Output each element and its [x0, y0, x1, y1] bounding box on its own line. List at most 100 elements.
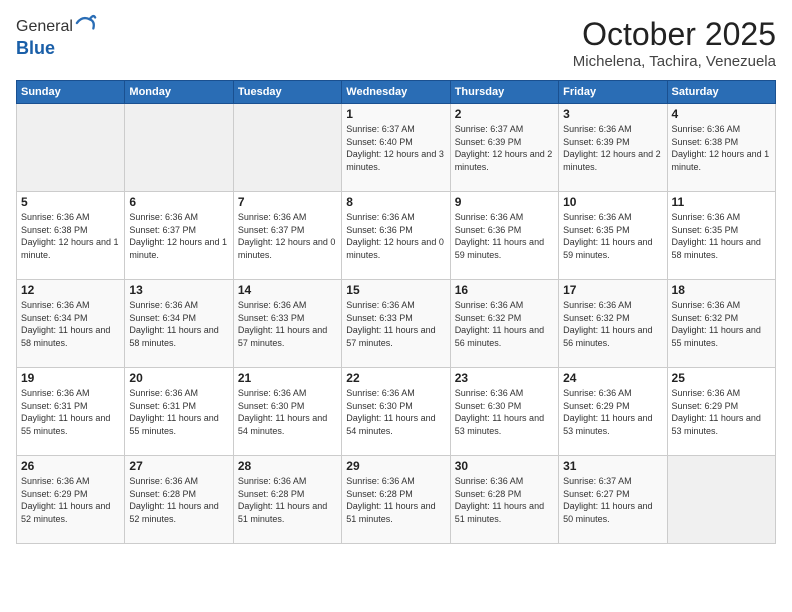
week-row-3: 19 Sunrise: 6:36 AM Sunset: 6:31 PM Dayli…: [17, 368, 776, 456]
day-info-2: Sunrise: 6:37 AM Sunset: 6:39 PM Dayligh…: [455, 123, 554, 173]
day-number-15: 15: [346, 283, 445, 297]
day-number-2: 2: [455, 107, 554, 121]
day-number-8: 8: [346, 195, 445, 209]
weekday-header-row: Sunday Monday Tuesday Wednesday Thursday…: [17, 81, 776, 104]
day-info-30: Sunrise: 6:36 AM Sunset: 6:28 PM Dayligh…: [455, 475, 554, 525]
day-info-23: Sunrise: 6:36 AM Sunset: 6:30 PM Dayligh…: [455, 387, 554, 437]
day-info-24: Sunrise: 6:36 AM Sunset: 6:29 PM Dayligh…: [563, 387, 662, 437]
header-monday: Monday: [125, 81, 233, 104]
cell-0-0: [17, 104, 125, 192]
logo-blue-text: Blue: [16, 38, 97, 59]
day-info-12: Sunrise: 6:36 AM Sunset: 6:34 PM Dayligh…: [21, 299, 120, 349]
day-number-26: 26: [21, 459, 120, 473]
cell-0-5: 3 Sunrise: 6:36 AM Sunset: 6:39 PM Daylig…: [559, 104, 667, 192]
cell-4-5: 31 Sunrise: 6:37 AM Sunset: 6:27 PM Dayli…: [559, 456, 667, 544]
day-number-14: 14: [238, 283, 337, 297]
day-info-14: Sunrise: 6:36 AM Sunset: 6:33 PM Dayligh…: [238, 299, 337, 349]
header-wednesday: Wednesday: [342, 81, 450, 104]
day-number-27: 27: [129, 459, 228, 473]
day-number-24: 24: [563, 371, 662, 385]
cell-1-1: 6 Sunrise: 6:36 AM Sunset: 6:37 PM Daylig…: [125, 192, 233, 280]
day-number-22: 22: [346, 371, 445, 385]
cell-1-2: 7 Sunrise: 6:36 AM Sunset: 6:37 PM Daylig…: [233, 192, 341, 280]
day-number-10: 10: [563, 195, 662, 209]
day-number-20: 20: [129, 371, 228, 385]
page: General Blue October 2025 Michelena, Tac…: [0, 0, 792, 612]
day-number-13: 13: [129, 283, 228, 297]
day-number-25: 25: [672, 371, 771, 385]
header-friday: Friday: [559, 81, 667, 104]
day-number-3: 3: [563, 107, 662, 121]
location-title: Michelena, Tachira, Venezuela: [573, 53, 776, 70]
week-row-4: 26 Sunrise: 6:36 AM Sunset: 6:29 PM Dayli…: [17, 456, 776, 544]
day-number-11: 11: [672, 195, 771, 209]
cell-1-4: 9Sunrise: 6:36 AM Sunset: 6:36 PM Daylig…: [450, 192, 558, 280]
day-info-31: Sunrise: 6:37 AM Sunset: 6:27 PM Dayligh…: [563, 475, 662, 525]
day-info-21: Sunrise: 6:36 AM Sunset: 6:30 PM Dayligh…: [238, 387, 337, 437]
header-tuesday: Tuesday: [233, 81, 341, 104]
cell-1-0: 5 Sunrise: 6:36 AM Sunset: 6:38 PM Daylig…: [17, 192, 125, 280]
cell-0-4: 2 Sunrise: 6:37 AM Sunset: 6:39 PM Daylig…: [450, 104, 558, 192]
header-sunday: Sunday: [17, 81, 125, 104]
cell-1-6: 11Sunrise: 6:36 AM Sunset: 6:35 PM Dayli…: [667, 192, 775, 280]
cell-3-3: 22 Sunrise: 6:36 AM Sunset: 6:30 PM Dayli…: [342, 368, 450, 456]
day-number-28: 28: [238, 459, 337, 473]
day-info-13: Sunrise: 6:36 AM Sunset: 6:34 PM Dayligh…: [129, 299, 228, 349]
cell-4-4: 30 Sunrise: 6:36 AM Sunset: 6:28 PM Dayli…: [450, 456, 558, 544]
day-info-1: Sunrise: 6:37 AM Sunset: 6:40 PM Dayligh…: [346, 123, 445, 173]
cell-0-2: [233, 104, 341, 192]
day-number-6: 6: [129, 195, 228, 209]
day-info-7: Sunrise: 6:36 AM Sunset: 6:37 PM Dayligh…: [238, 211, 337, 261]
day-info-27: Sunrise: 6:36 AM Sunset: 6:28 PM Dayligh…: [129, 475, 228, 525]
month-title: October 2025: [573, 16, 776, 53]
cell-2-2: 14 Sunrise: 6:36 AM Sunset: 6:33 PM Dayli…: [233, 280, 341, 368]
logo: General Blue: [16, 16, 97, 59]
day-number-18: 18: [672, 283, 771, 297]
day-number-29: 29: [346, 459, 445, 473]
day-number-7: 7: [238, 195, 337, 209]
day-info-29: Sunrise: 6:36 AM Sunset: 6:28 PM Dayligh…: [346, 475, 445, 525]
day-number-1: 1: [346, 107, 445, 121]
cell-2-0: 12 Sunrise: 6:36 AM Sunset: 6:34 PM Dayli…: [17, 280, 125, 368]
cell-3-1: 20 Sunrise: 6:36 AM Sunset: 6:31 PM Dayli…: [125, 368, 233, 456]
day-info-16: Sunrise: 6:36 AM Sunset: 6:32 PM Dayligh…: [455, 299, 554, 349]
cell-1-5: 10 Sunrise: 6:36 AM Sunset: 6:35 PM Dayli…: [559, 192, 667, 280]
cell-2-4: 16Sunrise: 6:36 AM Sunset: 6:32 PM Dayli…: [450, 280, 558, 368]
week-row-2: 12 Sunrise: 6:36 AM Sunset: 6:34 PM Dayli…: [17, 280, 776, 368]
day-number-12: 12: [21, 283, 120, 297]
day-info-25: Sunrise: 6:36 AM Sunset: 6:29 PM Dayligh…: [672, 387, 771, 437]
day-number-19: 19: [21, 371, 120, 385]
title-block: October 2025 Michelena, Tachira, Venezue…: [573, 16, 776, 70]
day-info-9: Sunrise: 6:36 AM Sunset: 6:36 PM Dayligh…: [455, 211, 554, 261]
day-info-17: Sunrise: 6:36 AM Sunset: 6:32 PM Dayligh…: [563, 299, 662, 349]
cell-4-3: 29 Sunrise: 6:36 AM Sunset: 6:28 PM Dayli…: [342, 456, 450, 544]
cell-2-3: 15 Sunrise: 6:36 AM Sunset: 6:33 PM Dayli…: [342, 280, 450, 368]
header: General Blue October 2025 Michelena, Tac…: [16, 16, 776, 70]
day-info-26: Sunrise: 6:36 AM Sunset: 6:29 PM Dayligh…: [21, 475, 120, 525]
day-info-3: Sunrise: 6:36 AM Sunset: 6:39 PM Dayligh…: [563, 123, 662, 173]
day-info-20: Sunrise: 6:36 AM Sunset: 6:31 PM Dayligh…: [129, 387, 228, 437]
logo-general-text: General: [16, 18, 73, 36]
day-info-15: Sunrise: 6:36 AM Sunset: 6:33 PM Dayligh…: [346, 299, 445, 349]
cell-3-6: 25 Sunrise: 6:36 AM Sunset: 6:29 PM Dayli…: [667, 368, 775, 456]
day-info-5: Sunrise: 6:36 AM Sunset: 6:38 PM Dayligh…: [21, 211, 120, 261]
day-info-4: Sunrise: 6:36 AM Sunset: 6:38 PM Dayligh…: [672, 123, 771, 173]
day-info-18: Sunrise: 6:36 AM Sunset: 6:32 PM Dayligh…: [672, 299, 771, 349]
day-number-5: 5: [21, 195, 120, 209]
header-saturday: Saturday: [667, 81, 775, 104]
cell-3-4: 23Sunrise: 6:36 AM Sunset: 6:30 PM Dayli…: [450, 368, 558, 456]
day-info-19: Sunrise: 6:36 AM Sunset: 6:31 PM Dayligh…: [21, 387, 120, 437]
day-number-30: 30: [455, 459, 554, 473]
day-number-4: 4: [672, 107, 771, 121]
cell-0-6: 4 Sunrise: 6:36 AM Sunset: 6:38 PM Daylig…: [667, 104, 775, 192]
day-info-22: Sunrise: 6:36 AM Sunset: 6:30 PM Dayligh…: [346, 387, 445, 437]
day-info-6: Sunrise: 6:36 AM Sunset: 6:37 PM Dayligh…: [129, 211, 228, 261]
day-number-31: 31: [563, 459, 662, 473]
cell-4-6: [667, 456, 775, 544]
day-info-10: Sunrise: 6:36 AM Sunset: 6:35 PM Dayligh…: [563, 211, 662, 261]
day-info-28: Sunrise: 6:36 AM Sunset: 6:28 PM Dayligh…: [238, 475, 337, 525]
week-row-0: 1 Sunrise: 6:37 AM Sunset: 6:40 PM Daylig…: [17, 104, 776, 192]
week-row-1: 5 Sunrise: 6:36 AM Sunset: 6:38 PM Daylig…: [17, 192, 776, 280]
cell-1-3: 8Sunrise: 6:36 AM Sunset: 6:36 PM Daylig…: [342, 192, 450, 280]
cell-2-6: 18 Sunrise: 6:36 AM Sunset: 6:32 PM Dayli…: [667, 280, 775, 368]
